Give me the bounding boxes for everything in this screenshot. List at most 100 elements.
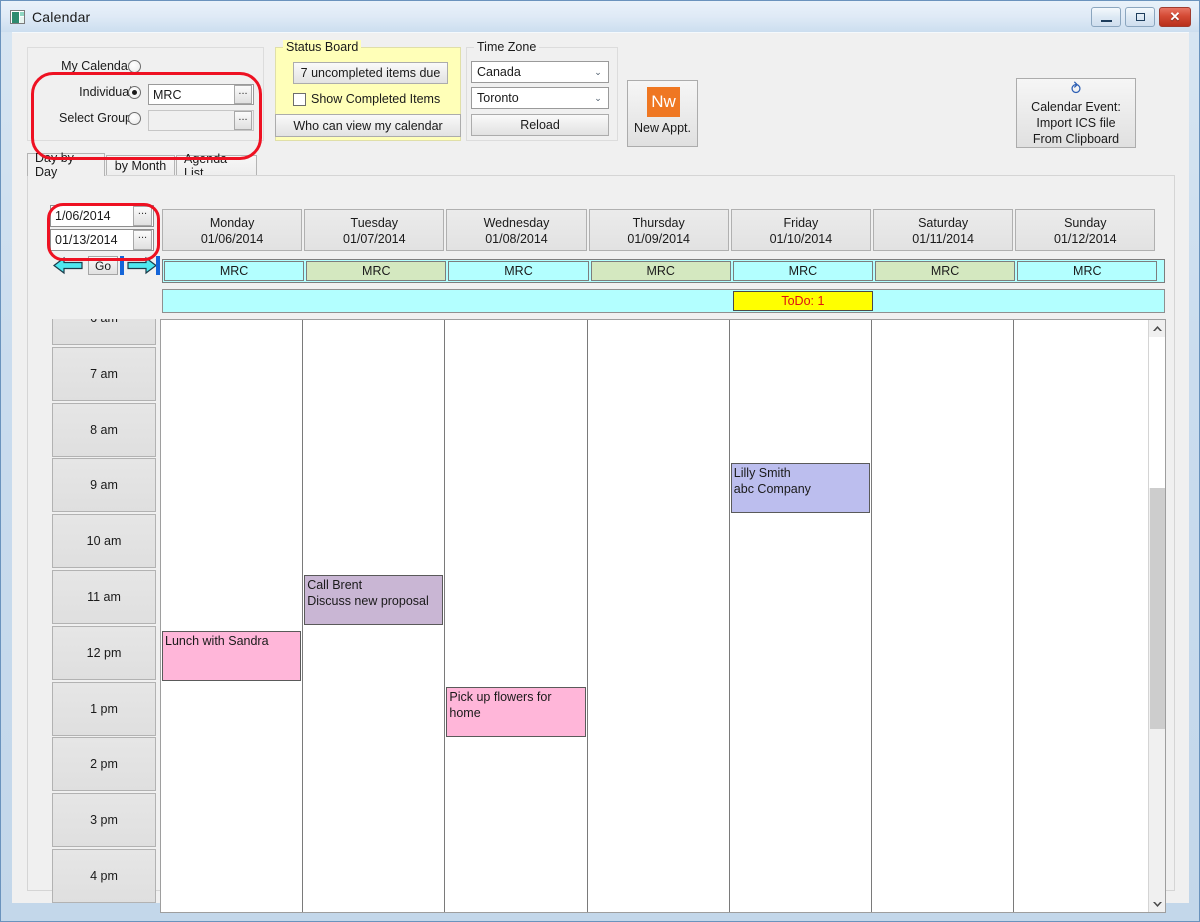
import-ics-button[interactable]: ⥁ Calendar Event: Import ICS file From C… [1016,78,1136,148]
owner-cell-monday[interactable]: MRC [164,261,305,281]
time-slot-label: 4 pm [90,869,118,883]
day-header-date: 01/12/2014 [1054,232,1117,246]
time-slot-label: 7 am [90,366,118,381]
grid-column-monday[interactable] [161,320,304,912]
start-date-picker-button[interactable]: ... [133,206,152,226]
owner-cell-tuesday[interactable]: MRC [306,261,447,281]
appointment-block[interactable]: Lunch with Sandra [162,630,302,681]
new-appointment-button[interactable]: Nw New Appt. [627,80,698,147]
scrollbar-track-upper[interactable] [1149,337,1165,488]
appointment-line: Pick up flowers for home [449,689,552,720]
day-header-saturday[interactable]: Saturday 01/11/2014 [873,209,1014,251]
owner-cell-thursday[interactable]: MRC [590,261,731,281]
maximize-button[interactable] [1125,7,1155,27]
calendar-selector-group: My Calendar Individual MRC ... Select Gr… [27,47,264,141]
owner-cell-sunday[interactable]: MRC [1017,261,1158,281]
who-can-view-button[interactable]: Who can view my calendar [275,114,461,137]
radio-my-calendar[interactable] [128,60,141,73]
appointment-block[interactable]: Lilly Smith abc Company [730,463,870,514]
owner-cell-wednesday[interactable]: MRC [448,261,589,281]
end-date-field[interactable]: 01/13/2014 ... [50,229,154,251]
grid-vertical-scrollbar[interactable] [1148,320,1165,912]
time-slot-7-am[interactable]: 7 am [52,346,156,401]
reload-button[interactable]: Reload [471,114,609,136]
time-slot-1-pm[interactable]: 1 pm [52,681,156,736]
radio-row-select-group[interactable]: Select Group [28,108,158,130]
close-button[interactable]: ✕ [1159,7,1191,27]
appointment-grid[interactable]: Lunch with Sandra Call Brent Discuss new p… [160,319,1166,913]
client-area: My Calendar Individual MRC ... Select Gr… [12,32,1189,913]
time-slot-12-pm[interactable]: 12 pm [52,625,156,680]
time-slot-4-pm[interactable]: 4 pm [52,849,156,903]
time-slot-11-am[interactable]: 11 am [52,570,156,624]
radio-label-individual: Individual [79,85,132,99]
chevron-down-icon: ⌄ [594,92,602,103]
day-header-wednesday[interactable]: Wednesday 01/08/2014 [446,209,587,251]
grid-column-thursday[interactable] [588,320,730,912]
individual-name-field[interactable]: MRC ... [148,84,254,105]
radio-select-group[interactable] [128,112,141,125]
day-header-thursday[interactable]: Thursday 01/09/2014 [588,209,729,251]
day-header-tuesday[interactable]: Tuesday 01/07/2014 [304,209,445,251]
time-slot-3-pm[interactable]: 3 pm [52,793,156,848]
maximize-icon [1136,13,1145,21]
group-browse-button[interactable]: ... [234,111,252,130]
scrollbar-thumb[interactable] [1150,488,1165,729]
start-date-value: 1/06/2014 [55,209,111,223]
start-date-field[interactable]: 1/06/2014 ... [50,205,154,227]
time-axis-column: 6 am 7 am 8 am 9 am 10 am 11 am 12 pm 1 pm 2 pm 3… [50,319,158,913]
appointment-block[interactable]: Call Brent Discuss new proposal [304,575,444,625]
grid-column-wednesday[interactable] [445,320,588,912]
radio-individual[interactable] [128,86,141,99]
time-slot-label: 11 am [87,590,121,604]
next-week-button[interactable] [124,255,160,276]
tab-agenda-list[interactable]: Agenda List [176,152,257,180]
time-slot-label: 9 am [90,478,118,493]
day-header-monday[interactable]: Monday 01/06/2014 [162,209,303,251]
day-header-weekday: Saturday [918,216,969,230]
chevron-down-icon: ⌄ [594,66,602,77]
radio-label-my-calendar: My Calendar [61,59,132,73]
tab-by-month[interactable]: by Month [106,155,175,176]
grid-column-sunday[interactable] [1014,320,1156,912]
nav-divider-right [156,256,160,275]
day-header-date: 01/07/2014 [343,232,406,246]
time-slot-6-am[interactable]: 6 am [52,319,156,345]
day-header-sunday[interactable]: Sunday 01/12/2014 [1015,209,1156,251]
owner-cell-friday[interactable]: MRC [732,261,873,281]
end-date-picker-button[interactable]: ... [133,230,152,250]
prev-week-button[interactable] [50,255,86,276]
show-completed-row[interactable]: Show Completed Items [293,92,440,106]
time-slot-8-am[interactable]: 8 am [52,402,156,457]
minimize-button[interactable] [1091,7,1121,27]
time-slot-10-am[interactable]: 10 am [52,514,156,569]
calendar-window: Calendar ✕ My Calendar Individual MRC ..… [0,0,1200,922]
appointment-block[interactable]: Pick up flowers for home [446,686,586,737]
show-completed-checkbox[interactable] [293,92,306,106]
time-slot-2-pm[interactable]: 2 pm [52,737,156,792]
time-slot-label: 12 pm [86,645,122,660]
scroll-down-button[interactable] [1149,895,1165,912]
uncompleted-items-button[interactable]: 7 uncompleted items due [293,62,448,84]
group-name-field[interactable]: ... [148,110,254,131]
individual-browse-button[interactable]: ... [234,85,252,104]
scroll-up-button[interactable] [1149,320,1165,337]
radio-row-individual[interactable]: Individual [28,82,158,104]
tab-day-by-day[interactable]: Day by Day [27,151,105,179]
time-slot-9-am[interactable]: 9 am [52,458,156,513]
day-header-weekday: Tuesday [350,216,399,230]
status-board-legend: Status Board [283,40,362,54]
timezone-country-select[interactable]: Canada ⌄ [471,61,609,83]
go-button[interactable]: Go [88,256,118,275]
day-header-date: 01/08/2014 [485,232,548,246]
timezone-city-select[interactable]: Toronto ⌄ [471,87,609,109]
timezone-country-value: Canada [477,65,521,79]
grid-column-saturday[interactable] [872,320,1015,912]
owner-band: MRC MRC MRC MRC MRC MRC MRC [162,259,1166,283]
day-header-friday[interactable]: Friday 01/10/2014 [730,209,871,251]
todo-badge[interactable]: ToDo: 1 [732,291,873,311]
grid-column-friday[interactable] [730,320,872,912]
owner-cell-saturday[interactable]: MRC [875,261,1016,281]
ics-line-3: From Clipboard [1032,132,1120,146]
radio-row-my-calendar[interactable]: My Calendar [28,56,158,78]
